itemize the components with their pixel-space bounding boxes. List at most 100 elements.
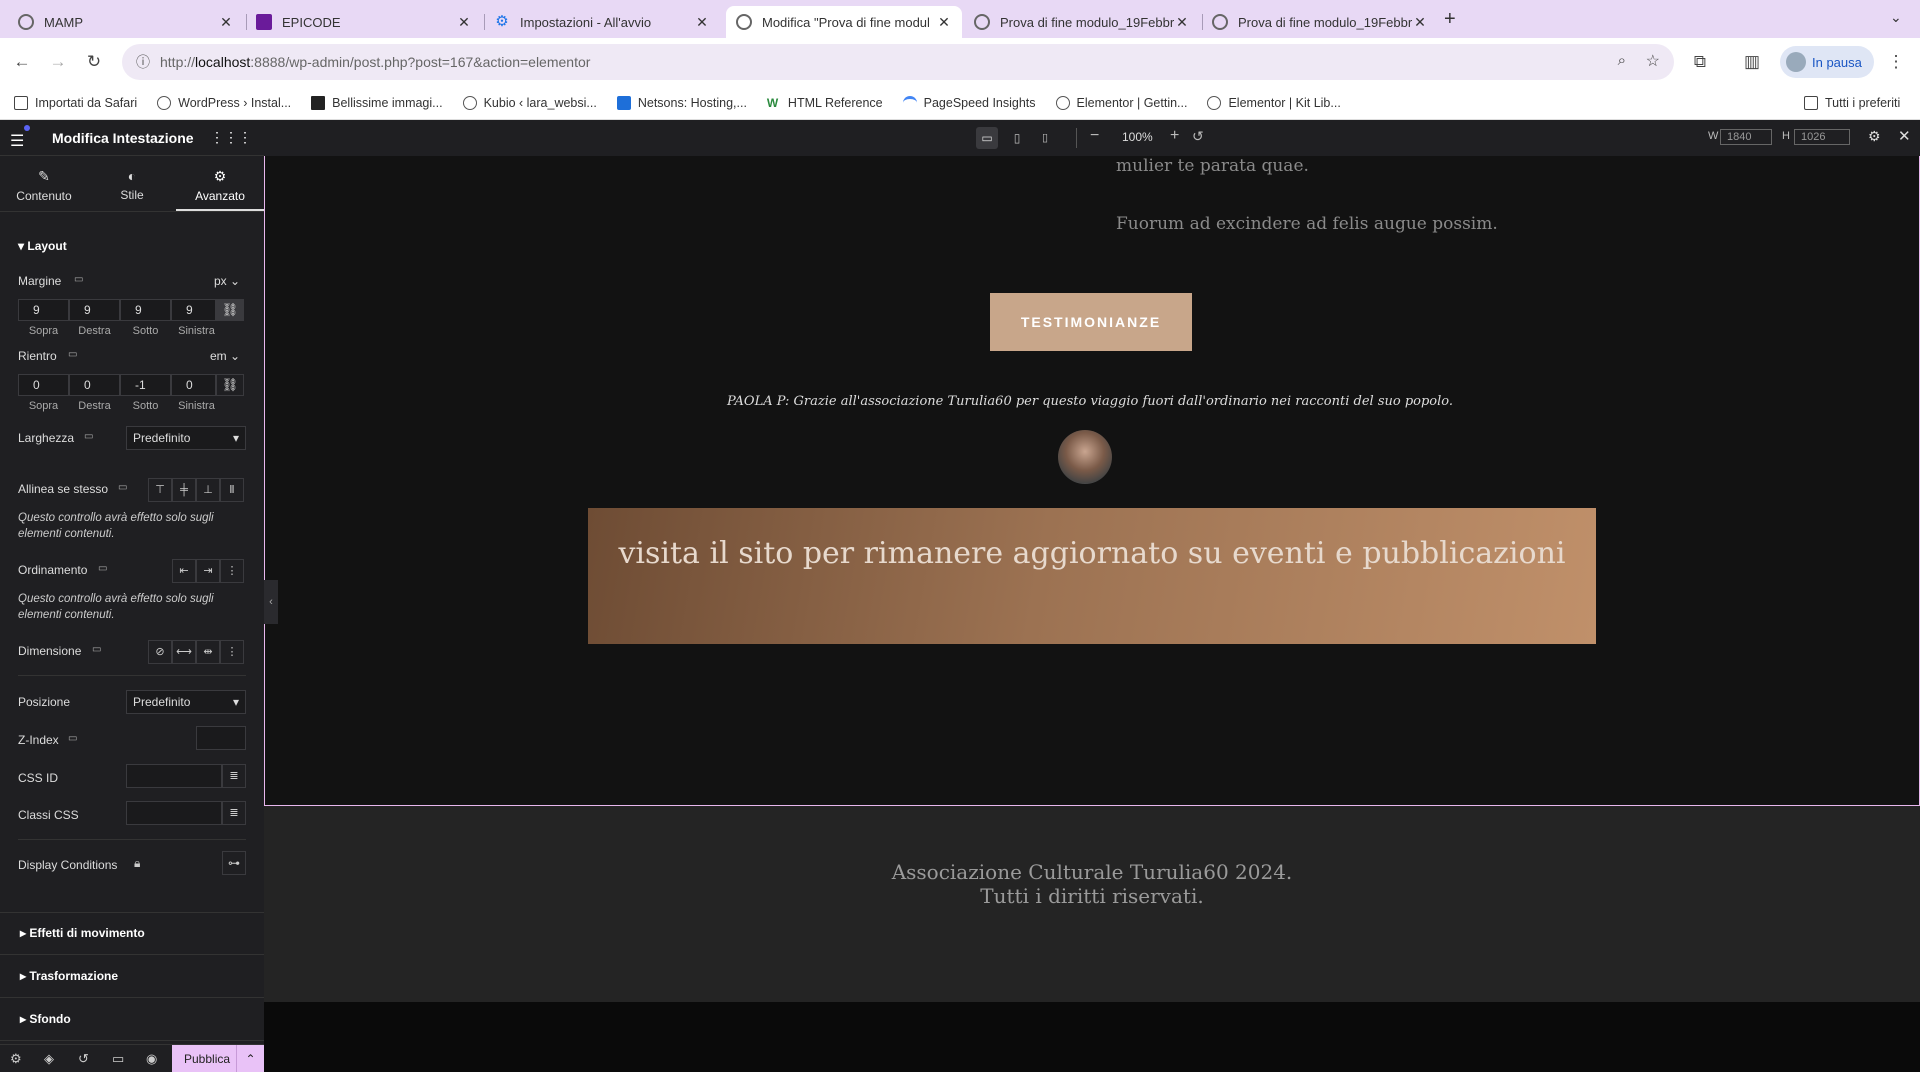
section-motion-effects[interactable]: ▸ Effetti di movimento — [20, 926, 145, 940]
tablet-view-icon[interactable]: ▯ — [1006, 127, 1028, 149]
close-tab-icon[interactable]: ✕ — [218, 14, 234, 31]
zindex-input[interactable] — [196, 726, 246, 750]
section-layout[interactable]: ▾ Layout — [18, 239, 67, 253]
tab-style[interactable]: ◐ Stile — [88, 156, 176, 211]
zoom-icon[interactable]: ⌕ — [1618, 52, 1626, 69]
tab-preview-1[interactable]: Prova di fine modulo_19Febbr ✕ — [964, 6, 1200, 38]
mobile-view-icon[interactable]: ▯ — [1034, 127, 1056, 149]
responsive-desktop-icon[interactable]: ▭ — [98, 563, 107, 574]
settings-gear-icon[interactable]: ⚙ — [10, 1051, 22, 1067]
align-stretch-icon[interactable]: Ⅱ — [220, 478, 244, 502]
padding-right-input[interactable]: 0 — [69, 374, 120, 396]
responsive-desktop-icon[interactable]: ▭ — [74, 274, 83, 285]
margin-top-input[interactable]: 9 — [18, 299, 69, 321]
link-values-icon[interactable]: ⛓ — [216, 374, 244, 396]
css-id-input[interactable] — [126, 764, 222, 788]
position-select[interactable]: Predefinito ▾ — [126, 690, 246, 714]
tab-mamp[interactable]: MAMP ✕ — [8, 6, 244, 38]
close-icon[interactable]: ✕ — [1898, 127, 1911, 145]
close-tab-icon[interactable]: ✕ — [694, 14, 710, 31]
padding-unit-select[interactable]: em ⌄ — [210, 349, 240, 363]
section-background[interactable]: ▸ Sfondo — [20, 1012, 71, 1026]
size-shrink-icon[interactable]: ⇹ — [196, 640, 220, 664]
tab-epicode[interactable]: EPICODE ✕ — [246, 6, 482, 38]
conditions-hierarchy-icon[interactable]: ⊶ — [222, 851, 246, 875]
testimonials-button[interactable]: TESTIMONIANZE — [990, 293, 1192, 351]
close-tab-icon[interactable]: ✕ — [1174, 14, 1190, 31]
chevron-up-icon[interactable]: ⌃ — [236, 1045, 264, 1072]
width-input[interactable]: 1840 — [1720, 129, 1772, 145]
responsive-desktop-icon[interactable]: ▭ — [68, 349, 77, 360]
tab-preview-2[interactable]: Prova di fine modulo_19Febbr ✕ — [1202, 6, 1438, 38]
responsive-desktop-icon[interactable]: ▭ — [118, 482, 127, 493]
width-select[interactable]: Predefinito ▾ — [126, 426, 246, 450]
padding-left-input[interactable]: 0 — [171, 374, 216, 396]
margin-left-input[interactable]: 9 — [171, 299, 216, 321]
bookmark-item[interactable]: W HTML Reference — [767, 96, 883, 110]
padding-bottom-input[interactable]: -1 — [120, 374, 171, 396]
tab-settings[interactable]: ⚙ Impostazioni - All'avvio ✕ — [484, 6, 720, 38]
tab-search-chevron-icon[interactable]: ⌄ — [1890, 9, 1902, 26]
settings-gear-icon[interactable]: ⚙ — [1868, 128, 1881, 145]
site-info-icon[interactable]: ⓘ — [136, 52, 150, 72]
align-center-icon[interactable]: ╪ — [172, 478, 196, 502]
reset-zoom-icon[interactable]: ↺ — [1192, 128, 1204, 145]
align-start-icon[interactable]: ⊤ — [148, 478, 172, 502]
margin-unit-select[interactable]: px ⌄ — [214, 274, 240, 288]
order-last-icon[interactable]: ⇥ — [196, 559, 220, 583]
padding-top-input[interactable]: 0 — [18, 374, 69, 396]
widgets-grid-icon[interactable]: ⋮⋮⋮ — [210, 129, 252, 146]
section-transform[interactable]: ▸ Trasformazione — [20, 969, 118, 983]
order-first-icon[interactable]: ⇤ — [172, 559, 196, 583]
new-tab-button[interactable]: + — [1444, 8, 1456, 31]
profile-button[interactable]: In pausa — [1780, 46, 1874, 78]
bookmark-item[interactable]: WordPress › Instal... — [157, 95, 291, 110]
dynamic-tags-icon[interactable]: ≣ — [222, 764, 246, 788]
margin-right-input[interactable]: 9 — [69, 299, 120, 321]
size-custom-icon[interactable]: ⋮ — [220, 640, 244, 664]
url-bar[interactable]: ⓘ http://localhost:8888/wp-admin/post.ph… — [122, 44, 1674, 80]
bookmark-item[interactable]: Kubio ‹ lara_websi... — [462, 95, 597, 110]
reload-button[interactable]: ↻ — [82, 50, 106, 74]
size-grow-icon[interactable]: ⟷ — [172, 640, 196, 664]
desktop-view-icon[interactable]: ▭ — [976, 127, 998, 149]
preview-eye-icon[interactable]: ◉ — [146, 1051, 157, 1067]
bookmark-item[interactable]: Elementor | Kit Lib... — [1207, 95, 1341, 110]
hamburger-menu-icon[interactable]: ☰ — [10, 131, 24, 151]
collapse-panel-icon[interactable]: ‹ — [264, 580, 278, 624]
bookmark-item[interactable]: Importati da Safari — [14, 95, 137, 110]
dynamic-tags-icon[interactable]: ≣ — [222, 801, 246, 825]
align-end-icon[interactable]: ⊥ — [196, 478, 220, 502]
history-icon[interactable]: ↺ — [78, 1051, 89, 1067]
size-none-icon[interactable]: ⊘ — [148, 640, 172, 664]
all-bookmarks[interactable]: Tutti i preferiti — [1804, 95, 1900, 110]
side-panel-icon[interactable]: ▥ — [1740, 50, 1764, 74]
tab-content[interactable]: ✎ Contenuto — [0, 156, 88, 211]
close-tab-icon[interactable]: ✕ — [1412, 14, 1428, 31]
margin-bottom-input[interactable]: 9 — [120, 299, 171, 321]
link-values-icon[interactable]: ⛓ — [216, 299, 244, 321]
bookmark-star-icon[interactable]: ☆ — [1646, 51, 1660, 71]
publish-button[interactable]: Pubblica ⌃ — [172, 1045, 264, 1072]
responsive-desktop-icon[interactable]: ▭ — [92, 644, 101, 655]
back-button[interactable]: ← — [10, 50, 34, 74]
responsive-desktop-icon[interactable]: ▭ — [84, 431, 93, 442]
extensions-icon[interactable]: ⧉ — [1688, 50, 1712, 74]
css-classes-input[interactable] — [126, 801, 222, 825]
bookmark-item[interactable]: Elementor | Gettin... — [1055, 95, 1187, 110]
close-tab-icon[interactable]: ✕ — [456, 14, 472, 31]
zoom-in-icon[interactable]: + — [1170, 127, 1179, 145]
tab-elementor-edit[interactable]: Modifica "Prova di fine modul ✕ — [726, 6, 962, 38]
bookmark-item[interactable]: PageSpeed Insights — [902, 95, 1036, 110]
zoom-out-icon[interactable]: − — [1090, 127, 1099, 145]
responsive-mode-icon[interactable]: ▭ — [112, 1051, 124, 1067]
bookmark-item[interactable]: Bellissime immagi... — [311, 95, 443, 110]
responsive-desktop-icon[interactable]: ▭ — [68, 733, 77, 744]
forward-button[interactable]: → — [46, 50, 70, 74]
close-tab-icon[interactable]: ✕ — [936, 14, 952, 31]
menu-kebab-icon[interactable]: ⋮ — [1884, 50, 1908, 74]
height-input[interactable]: 1026 — [1794, 129, 1850, 145]
layers-icon[interactable]: ◈ — [44, 1051, 54, 1067]
tab-advanced[interactable]: ⚙ Avanzato — [176, 156, 264, 211]
order-custom-icon[interactable]: ⋮ — [220, 559, 244, 583]
